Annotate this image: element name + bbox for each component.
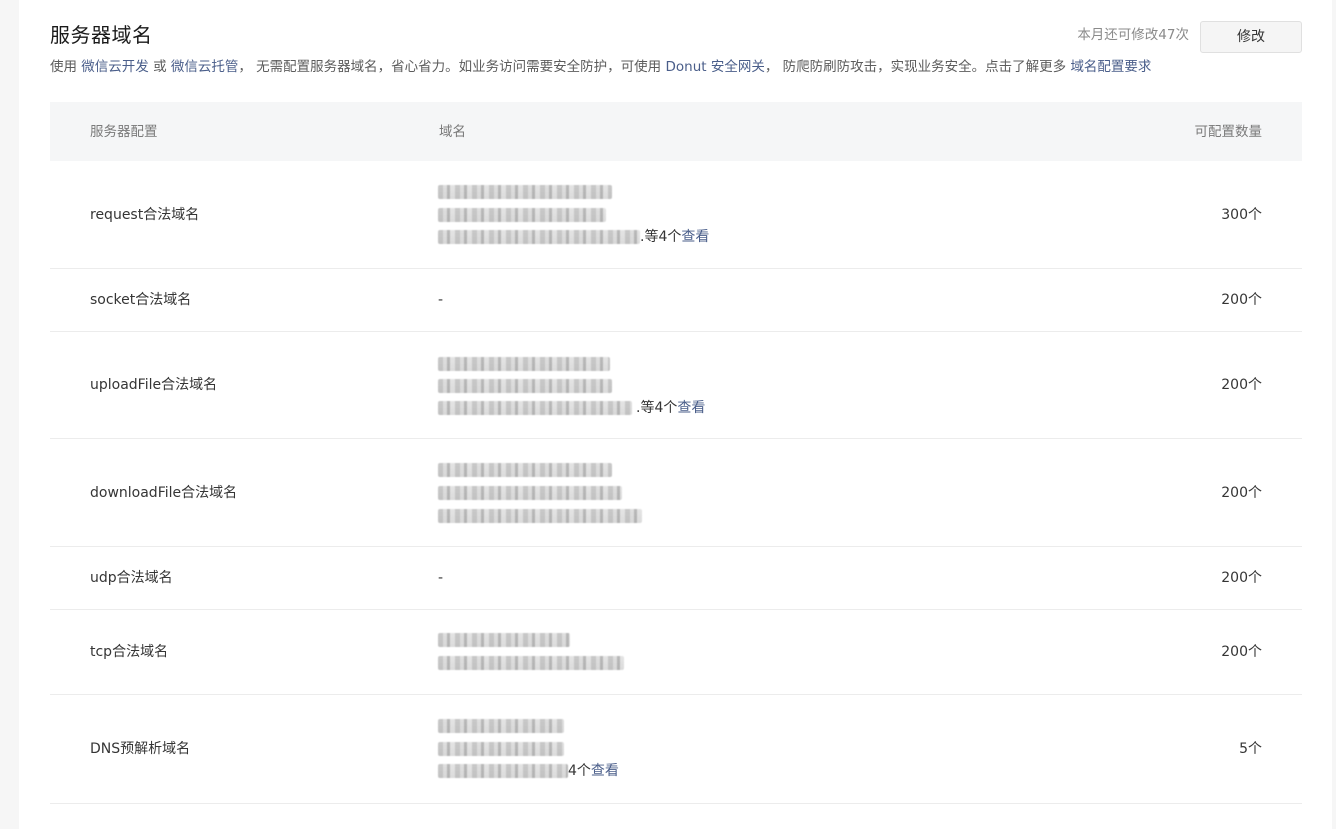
redacted-domain <box>438 719 564 733</box>
desc-text: ， 防爬防刷防攻击，实现业务安全。点击了解更多 <box>764 59 1071 75</box>
page-title: 服务器域名 <box>50 23 153 47</box>
redacted-domain <box>438 633 570 647</box>
desc-text: ， 无需配置服务器域名，省心省力。如业务访问需要安全防护，可使用 <box>238 59 666 75</box>
empty-value: - <box>438 570 444 586</box>
row-label: request合法域名 <box>90 206 200 223</box>
view-link[interactable]: 查看 <box>677 400 705 416</box>
row-label: uploadFile合法域名 <box>90 377 218 393</box>
redacted-domain <box>438 185 612 199</box>
more-count: .等4个 <box>640 229 682 245</box>
row-label: downloadFile合法域名 <box>90 484 238 501</box>
redacted-domain <box>438 357 610 371</box>
row-label: socket合法域名 <box>90 292 192 308</box>
more-count: .等4个 <box>636 400 678 416</box>
row-label: udp合法域名 <box>90 570 173 586</box>
table-header: 服务器配置 域名 可配置数量 <box>50 102 1302 161</box>
redacted-domain <box>438 208 606 222</box>
view-link[interactable]: 查看 <box>681 229 709 245</box>
header-config: 服务器配置 <box>90 124 158 140</box>
table-row: tcp合法域名 200个 <box>50 610 1302 695</box>
row-count: 300个 <box>1221 206 1262 223</box>
modify-button[interactable]: 修改 <box>1200 21 1302 53</box>
table-row: DNS预解析域名 4个查看 5个 <box>50 695 1302 804</box>
view-link[interactable]: 查看 <box>591 763 619 779</box>
domain-table: 服务器配置 域名 可配置数量 request合法域名 .等4个查看 300个 s… <box>50 102 1302 804</box>
quota-text: 本月还可修改47次 <box>1077 27 1189 43</box>
row-label: DNS预解析域名 <box>90 741 191 757</box>
redacted-domain <box>438 509 642 523</box>
desc-text: 或 <box>148 59 171 75</box>
header-domain: 域名 <box>439 124 466 140</box>
row-count: 200个 <box>1221 377 1262 393</box>
link-donut-gateway[interactable]: Donut 安全网关 <box>665 59 764 75</box>
redacted-domain <box>438 486 622 500</box>
table-row: udp合法域名 - 200个 <box>50 547 1302 610</box>
row-count: 200个 <box>1221 484 1262 501</box>
more-domains: .等4个查看 <box>636 398 705 418</box>
redacted-domain <box>438 401 632 415</box>
settings-card: 服务器域名 本月还可修改47次 修改 使用 微信云开发 或 微信云托管， 无需配… <box>19 0 1332 829</box>
more-domains: 4个查看 <box>568 761 619 781</box>
redacted-domain <box>438 379 612 393</box>
redacted-domain <box>438 463 612 477</box>
header-count: 可配置数量 <box>1194 124 1263 140</box>
empty-value: - <box>438 292 444 308</box>
redacted-domain <box>438 742 564 756</box>
link-cloud-hosting[interactable]: 微信云托管 <box>171 59 239 75</box>
link-cloud-dev[interactable]: 微信云开发 <box>81 59 149 75</box>
more-domains: .等4个查看 <box>640 227 709 247</box>
redacted-domain <box>438 656 624 670</box>
redacted-domain <box>438 230 640 244</box>
row-count: 200个 <box>1221 292 1262 308</box>
link-domain-requirements[interactable]: 域名配置要求 <box>1070 59 1151 75</box>
table-row: socket合法域名 - 200个 <box>50 269 1302 332</box>
table-row: uploadFile合法域名 .等4个查看 200个 <box>50 332 1302 439</box>
description: 使用 微信云开发 或 微信云托管， 无需配置服务器域名，省心省力。如业务访问需要… <box>50 57 1151 77</box>
table-row: downloadFile合法域名 200个 <box>50 439 1302 547</box>
row-count: 200个 <box>1221 644 1262 660</box>
more-count: 4个 <box>568 763 591 779</box>
row-count: 200个 <box>1221 570 1262 586</box>
redacted-domain <box>438 764 568 778</box>
table-row: request合法域名 .等4个查看 300个 <box>50 161 1302 269</box>
desc-text: 使用 <box>50 59 82 75</box>
row-count: 5个 <box>1239 741 1262 757</box>
row-label: tcp合法域名 <box>90 644 169 660</box>
